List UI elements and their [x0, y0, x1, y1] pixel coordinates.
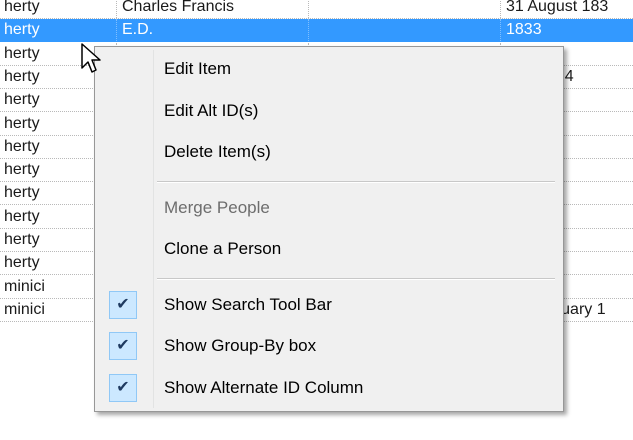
column-divider	[308, 0, 309, 18]
column-divider	[500, 0, 501, 18]
date-cell: 1833	[506, 21, 542, 39]
given-names-cell: E.D.	[122, 21, 154, 39]
checkmark-icon: ✔	[109, 373, 137, 402]
menu-item-show-alternate-id-column[interactable]: ✔ Show Alternate ID Column	[98, 369, 560, 407]
date-cell: 31 August 183	[506, 0, 609, 15]
menu-item-label: Show Search Tool Bar	[164, 294, 332, 314]
menu-item-merge-people: Merge People	[98, 189, 560, 227]
menu-item-show-group-by-box[interactable]: ✔ Show Group-By box	[98, 327, 560, 365]
menu-item-delete-items[interactable]: Delete Item(s)	[98, 133, 560, 171]
menu-item-edit-alt-ids[interactable]: Edit Alt ID(s)	[98, 92, 560, 130]
menu-separator	[157, 180, 555, 183]
menu-item-edit-item[interactable]: Edit Item	[98, 50, 560, 88]
surname-cell: herty	[4, 0, 40, 15]
arrow-cursor-icon	[81, 43, 101, 73]
checkmark-icon: ✔	[109, 290, 137, 319]
menu-item-show-search-toolbar[interactable]: ✔ Show Search Tool Bar	[98, 286, 560, 324]
menu-separator	[157, 277, 555, 280]
menu-item-label: Edit Alt ID(s)	[164, 100, 259, 120]
checkmark-icon: ✔	[109, 332, 137, 360]
menu-item-clone-person[interactable]: Clone a Person	[98, 230, 560, 268]
menu-item-label: Merge People	[164, 197, 270, 217]
context-menu: Edit Item Edit Alt ID(s) Delete Item(s) Mer…	[94, 46, 564, 412]
column-divider	[308, 19, 309, 42]
menu-item-label: Delete Item(s)	[164, 142, 271, 161]
table-row[interactable]: herty Charles Francis 31 August 183	[0, 0, 633, 19]
column-divider	[500, 19, 501, 42]
menu-item-label: Clone a Person	[164, 239, 282, 258]
surname-cell: herty	[4, 21, 40, 39]
given-names-cell: Charles Francis	[122, 0, 235, 15]
table-row[interactable]: herty E.D. 1833	[0, 19, 633, 43]
column-divider	[116, 0, 117, 18]
column-divider	[116, 19, 117, 42]
menu-item-label: Edit Item	[164, 59, 232, 78]
menu-item-label: Show Group-By box	[164, 336, 317, 355]
menu-item-label: Show Alternate ID Column	[164, 377, 364, 397]
